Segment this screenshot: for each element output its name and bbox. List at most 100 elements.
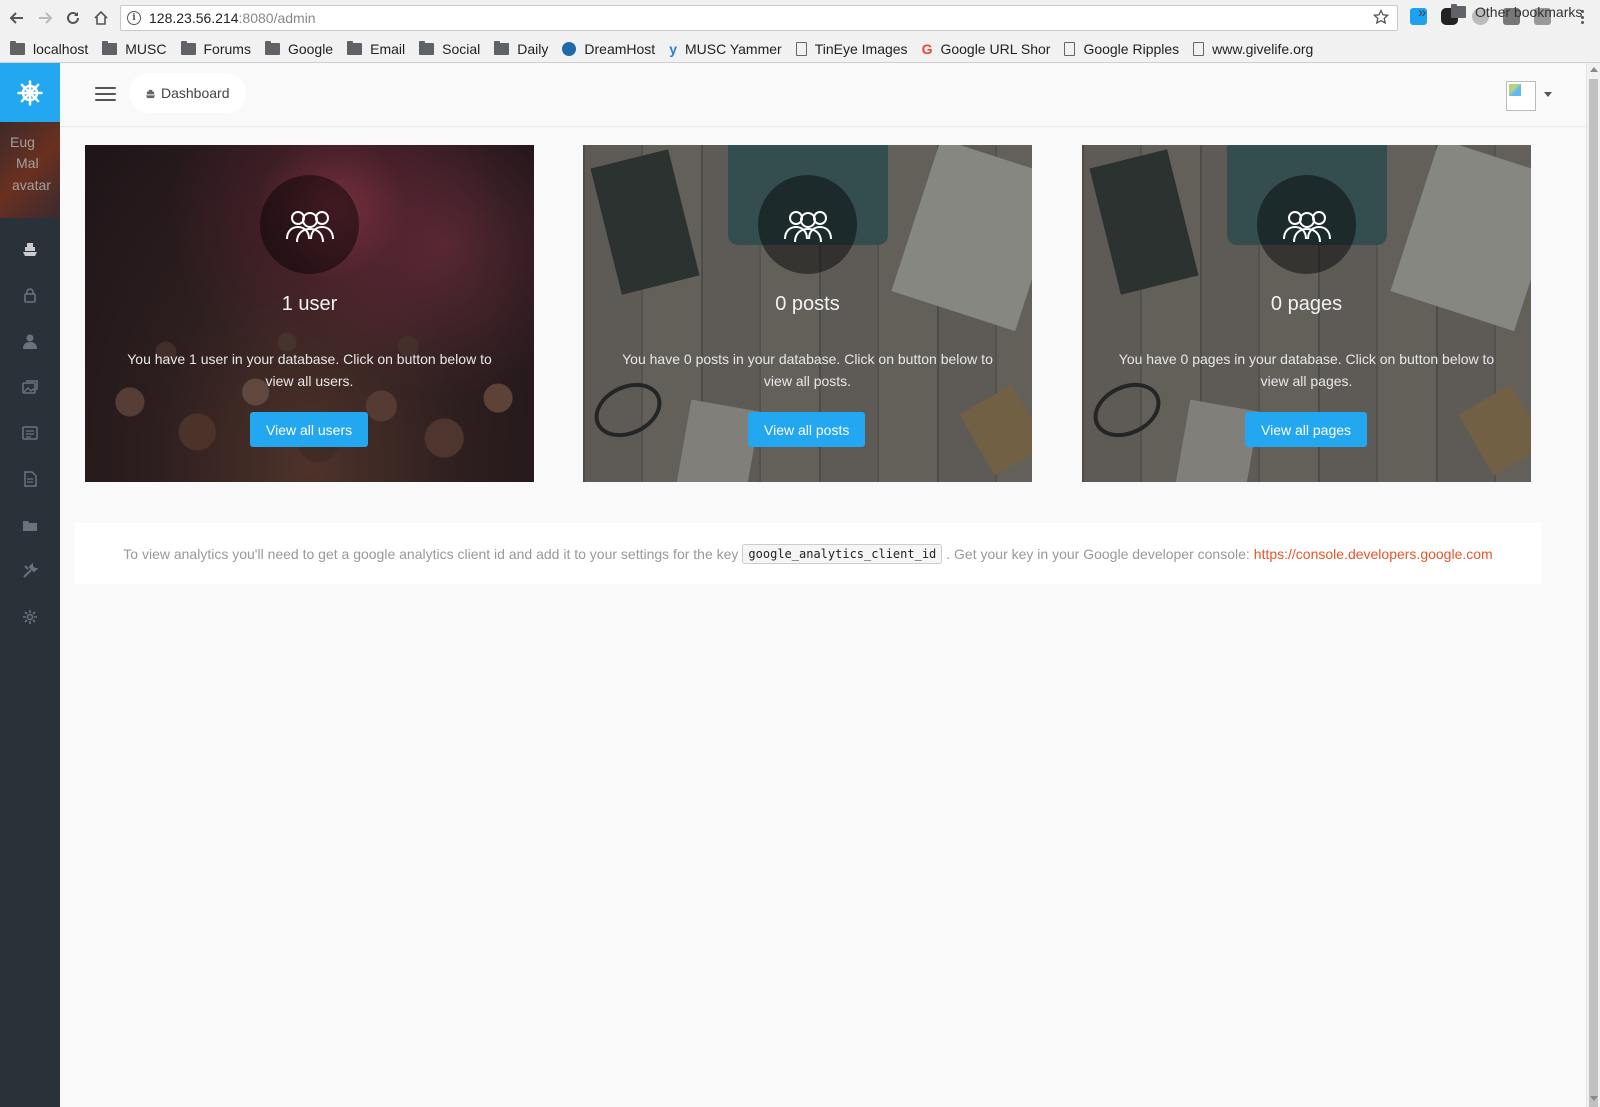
browser-toolbar: i 128.23.56.214:8080/admin [0, 0, 1600, 35]
group-icon [1282, 210, 1331, 242]
bookmark-label: Social [442, 40, 481, 57]
sidebar-item-pages[interactable] [0, 456, 60, 502]
users-count: 1 user [281, 293, 338, 315]
page-icon [1064, 41, 1076, 56]
scroll-up-icon[interactable] [1590, 67, 1598, 72]
other-bookmarks[interactable]: Other bookmarks [1451, 4, 1582, 20]
bookmark-item[interactable]: TinEye Images [795, 39, 908, 59]
bookmark-label: Daily [517, 40, 549, 57]
home-button[interactable] [87, 4, 115, 32]
bookmark-label: Email [370, 40, 406, 57]
analytics-text-after: . Get your key in your Google developer … [946, 545, 1250, 562]
breadcrumb-label: Dashboard [161, 85, 230, 101]
users-card: 1 user You have 1 user in your database.… [85, 145, 534, 482]
arrow-right-icon [39, 12, 53, 24]
pages-count: 0 pages [1270, 293, 1343, 315]
user-avatar[interactable] [1506, 81, 1536, 111]
yammer-icon: y [669, 40, 677, 57]
sidebar-item-posts[interactable] [0, 410, 60, 456]
bookmark-item[interactable]: Social [419, 39, 480, 59]
user-icon [23, 334, 37, 349]
star-icon[interactable] [1373, 9, 1389, 25]
view-all-pages-button[interactable]: View all pages [1245, 412, 1368, 447]
bookmark-item[interactable]: Google [264, 39, 333, 59]
pages-circle [1257, 175, 1356, 274]
page-scrollbar[interactable] [1586, 63, 1600, 1107]
bookmark-item[interactable]: Email [347, 39, 405, 59]
folder-icon [347, 40, 363, 55]
file-icon [24, 471, 37, 487]
folder-icon [1451, 4, 1466, 18]
scrollbar-thumb[interactable] [1589, 79, 1598, 1107]
posts-description: You have 0 posts in your database. Click… [622, 351, 993, 389]
url-host: 128.23.56.214 [149, 10, 239, 26]
view-all-users-button[interactable]: View all users [250, 412, 369, 447]
sidebar-item-users[interactable] [0, 318, 60, 364]
users-description: You have 1 user in your database. Click … [127, 351, 492, 389]
bookmark-label: Google Ripples [1083, 40, 1180, 57]
folder-icon [264, 40, 280, 55]
folder-icon [494, 40, 510, 55]
pages-card: 0 pages You have 0 pages in your databas… [1082, 145, 1531, 482]
hamburger-menu-icon[interactable] [95, 87, 116, 101]
group-icon [783, 210, 832, 242]
images-icon [22, 380, 38, 394]
bookmarks-bar: localhost MUSC Forums Google Email Social Dail… [0, 35, 1600, 63]
forward-button[interactable] [31, 4, 59, 32]
bookmark-item[interactable]: DreamHost [562, 39, 655, 59]
posts-circle [758, 175, 857, 274]
bookmark-label: MUSC [125, 40, 167, 57]
bookmark-item[interactable]: Google Ripples [1064, 39, 1179, 59]
users-circle [260, 175, 359, 274]
folder-icon [10, 40, 25, 55]
breadcrumb[interactable]: Dashboard [129, 73, 246, 113]
bookmark-item[interactable]: G Google URL Shor [922, 39, 1051, 59]
bookmark-item[interactable]: localhost [10, 39, 88, 59]
bookmark-item[interactable]: www.givelife.org [1193, 39, 1313, 59]
group-icon [285, 210, 334, 242]
folder-icon [23, 521, 37, 531]
bookmark-label: Google URL Shor [940, 40, 1051, 57]
bookmark-label: DreamHost [584, 40, 656, 57]
sidebar: Eug Mal avatar [0, 63, 60, 1107]
sidebar-item-tools[interactable] [0, 548, 60, 594]
reload-button[interactable] [59, 4, 87, 32]
avatar-alt-text: avatar [12, 177, 51, 193]
view-all-posts-button[interactable]: View all posts [748, 412, 866, 447]
folder-icon [419, 40, 435, 55]
google-console-link[interactable]: https://console.developers.google.com [1254, 546, 1493, 562]
bookmark-label: localhost [33, 40, 89, 57]
caret-down-icon[interactable] [1544, 92, 1552, 97]
bookmark-label: Forums [203, 40, 251, 57]
sidebar-item-categories[interactable] [0, 502, 60, 548]
reload-icon [67, 11, 79, 24]
back-button[interactable] [3, 4, 31, 32]
arrow-left-icon [9, 12, 23, 24]
avatar-alt-text: Eug [10, 134, 35, 150]
scroll-down-icon[interactable] [1590, 1096, 1598, 1101]
folder-icon [102, 40, 118, 55]
posts-count: 0 posts [775, 293, 840, 315]
analytics-key: google_analytics_client_id [742, 543, 943, 564]
bookmark-item[interactable]: Daily [494, 39, 548, 59]
bookmark-label: TinEye Images [814, 40, 908, 57]
bookmark-item[interactable]: MUSC [102, 39, 167, 59]
bookmarks-overflow-button[interactable]: » [1418, 4, 1426, 21]
sidebar-item-dashboard[interactable] [0, 226, 60, 272]
bookmark-label: www.givelife.org [1212, 40, 1314, 57]
page-icon [795, 41, 807, 56]
brand-logo[interactable] [0, 63, 60, 122]
page-icon [1193, 41, 1205, 56]
pages-description: You have 0 pages in your database. Click… [1118, 351, 1495, 389]
bookmark-item[interactable]: Forums [180, 39, 251, 59]
bookmark-item[interactable]: y MUSC Yammer [669, 39, 782, 59]
url-input[interactable]: i 128.23.56.214:8080/admin [120, 5, 1398, 31]
lock-icon [24, 288, 36, 303]
avatar[interactable]: Eug Mal avatar [0, 122, 60, 218]
info-icon[interactable]: i [127, 11, 141, 25]
sidebar-item-settings[interactable] [0, 594, 60, 640]
tools-icon [23, 563, 38, 578]
sidebar-item-roles[interactable] [0, 272, 60, 318]
sidebar-item-media[interactable] [0, 364, 60, 410]
avatar-alt-text: Mal [16, 155, 39, 171]
